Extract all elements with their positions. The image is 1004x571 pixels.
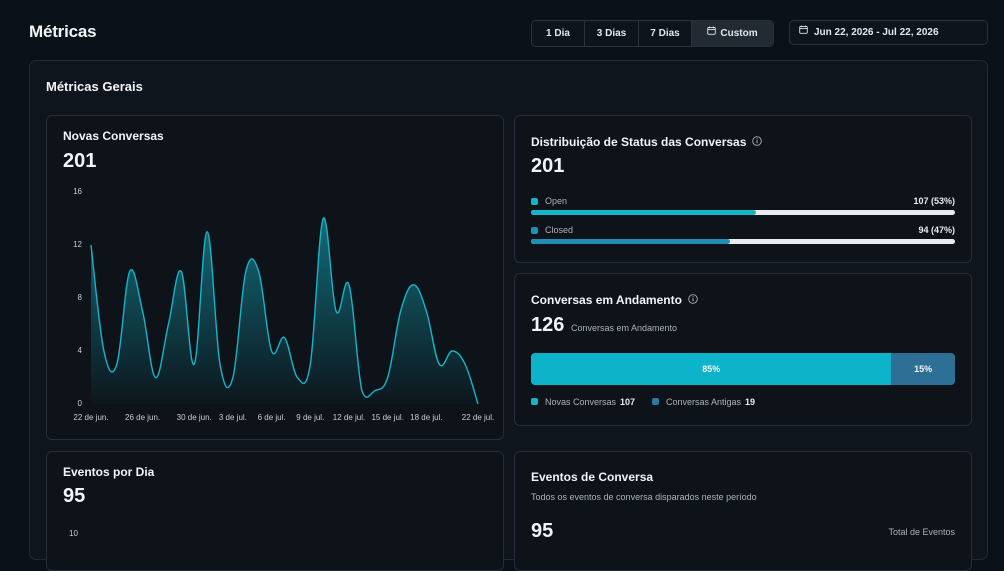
novas-segment: 85% [531,353,892,385]
data-point [270,349,274,353]
data-point [166,323,170,327]
data-point [231,376,235,380]
data-point [308,362,312,366]
data-point [437,362,441,366]
antigas-segment: 15% [891,353,955,385]
data-point [463,362,467,366]
data-point [257,270,261,274]
data-point [334,309,338,313]
novas-legend-value: 107 [620,397,636,407]
data-point [450,349,454,353]
data-point [360,389,364,393]
info-icon[interactable] [752,135,763,149]
open-bar-fill [531,210,756,215]
data-point [179,270,183,274]
data-point [283,336,287,340]
data-point [115,362,119,366]
data-point [218,362,222,366]
antigas-legend-value: 19 [745,397,756,407]
closed-bar [531,239,955,244]
status-distribution-total: 201 [531,155,565,177]
closed-value: 94 (47%) [918,225,955,235]
open-bar [531,210,955,215]
closed-bar-fill [531,239,731,244]
open-label: Open [545,196,568,206]
eventos-conversa-total: 95 [531,520,554,542]
andamento-title-text: Conversas em Andamento [531,293,682,307]
andamento-total: 126 [531,314,565,336]
andamento-split-bar: 85% 15% [531,353,955,385]
antigas-legend-dot [652,398,659,405]
open-dot [531,198,538,205]
data-point [141,309,145,313]
data-point [192,362,196,366]
novas-legend-dot [531,398,538,405]
data-point [154,376,158,380]
data-point [476,402,480,406]
eventos-conversa-total-label: Total de Eventos [888,527,955,537]
eventos-dia-y-tick: 10 [69,529,78,538]
eventos-conversa-subtitle: Todos os eventos de conversa disparados … [531,492,757,502]
andamento-title: Conversas em Andamento [531,293,698,308]
data-point [399,309,403,313]
antigas-legend: Conversas Antigas 19 [666,397,755,407]
status-distribution-title: Distribuição de Status das Conversas [531,135,763,150]
eventos-conversa-card [514,451,972,571]
closed-dot [531,227,538,234]
info-icon[interactable] [688,293,698,307]
data-point [102,349,106,353]
eventos-dia-total: 95 [63,485,86,507]
status-distribution-title-text: Distribuição de Status das Conversas [531,135,747,149]
andamento-subtitle: Conversas em Andamento [571,323,678,333]
data-point [205,230,209,234]
data-point [386,376,390,380]
series-area-fill [91,217,478,404]
data-point [321,217,325,221]
eventos-dia-title: Eventos por Dia [63,465,155,479]
open-value: 107 (53%) [913,196,955,206]
data-point [347,283,351,287]
novas-legend: Novas Conversas 107 [545,397,635,407]
data-point [373,389,377,393]
data-point [424,309,428,313]
closed-label: Closed [545,225,574,235]
data-point [89,243,93,247]
data-point [295,376,299,380]
novas-legend-label: Novas Conversas [545,397,617,407]
antigas-legend-label: Conversas Antigas [666,397,742,407]
data-point [412,283,416,287]
eventos-conversa-title: Eventos de Conversa [531,470,654,484]
data-point [244,270,248,274]
data-point [128,270,132,274]
